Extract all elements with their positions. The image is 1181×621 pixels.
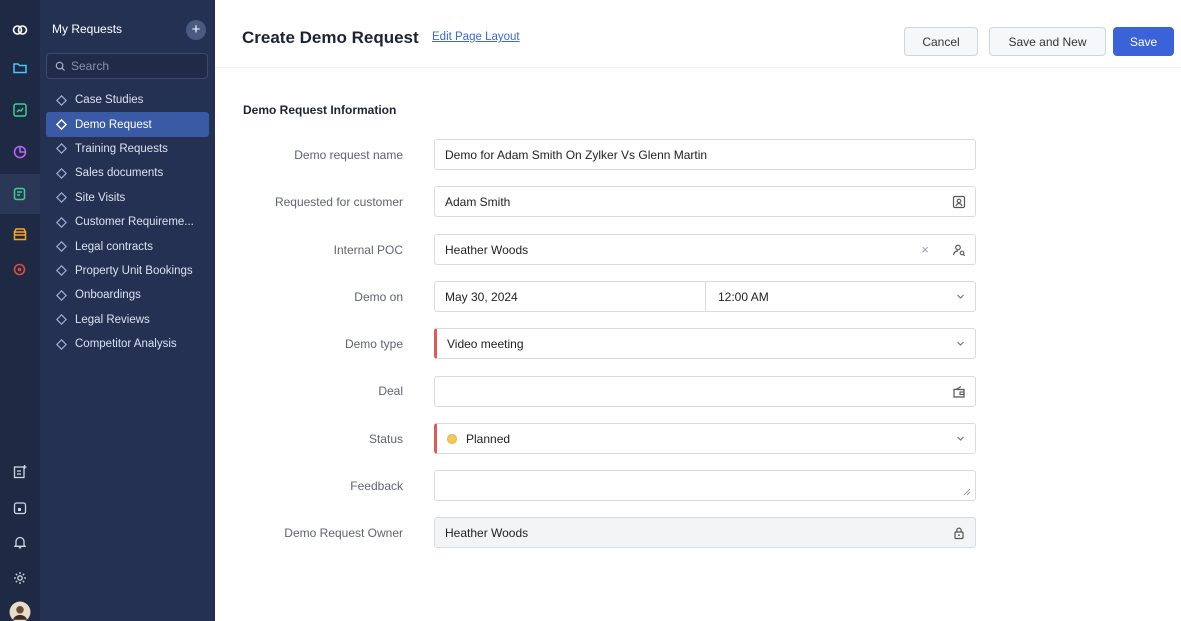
zoho-logo-icon[interactable] [0, 10, 40, 50]
form-diamond-icon [56, 265, 67, 277]
chart-icon[interactable] [0, 90, 40, 130]
requested-for-customer-label: Requested for customer [274, 195, 403, 209]
demo-request-name-field[interactable]: Demo for Adam Smith On Zylker Vs Glenn M… [434, 139, 976, 170]
form-diamond-icon [56, 143, 67, 155]
sidebar-item-site-visits[interactable]: Site Visits [46, 186, 209, 210]
sidebar-search[interactable] [46, 53, 208, 79]
search-input[interactable] [71, 59, 201, 73]
sidebar-item-property-unit-bookings[interactable]: Property Unit Bookings [46, 259, 209, 283]
store-icon[interactable] [0, 214, 40, 254]
page-header: Create Demo Request Edit Page Layout Can… [215, 0, 1181, 68]
internal-poc-label: Internal POC [333, 243, 403, 257]
form-icon[interactable] [0, 174, 40, 214]
folder-icon[interactable] [0, 48, 40, 88]
owner-field: Heather Woods [434, 517, 976, 548]
sidebar-item-onboardings[interactable]: Onboardings [46, 283, 209, 307]
sidebar-item-demo-request[interactable]: Demo Request [46, 112, 209, 137]
form-diamond-icon [56, 338, 67, 350]
form-diamond-icon [56, 192, 67, 204]
demo-request-name-value: Demo for Adam Smith On Zylker Vs Glenn M… [445, 147, 708, 162]
sidebar-item-legal-contracts[interactable]: Legal contracts [46, 234, 209, 258]
status-select[interactable]: Planned [434, 423, 976, 454]
sidebar-item-sales-documents[interactable]: Sales documents [46, 161, 209, 185]
form-diamond-icon [56, 314, 67, 326]
sidebar-item-customer-requirements[interactable]: Customer Requireme... [46, 210, 209, 234]
sidebar-item-label: Sales documents [75, 167, 164, 180]
add-request-button[interactable]: + [186, 20, 206, 40]
chevron-down-icon[interactable] [956, 292, 965, 301]
search-circle-icon[interactable] [0, 250, 40, 290]
user-lookup-icon[interactable] [952, 243, 966, 257]
search-icon [55, 61, 65, 71]
sidebar-item-label: Legal contracts [75, 240, 153, 253]
app-rail [0, 0, 40, 621]
form-diamond-icon [56, 94, 67, 106]
deal-label: Deal [378, 384, 403, 398]
form-diamond-icon [56, 289, 67, 301]
sidebar-list: Case Studies Demo Request Training Reque… [46, 88, 209, 356]
demo-time-select[interactable]: 12:00 AM [718, 290, 769, 304]
demo-type-select[interactable]: Video meeting [434, 328, 976, 359]
requested-for-customer-field[interactable]: Adam Smith [434, 186, 976, 217]
page-title: Create Demo Request [242, 28, 419, 47]
form-diamond-icon [56, 167, 67, 179]
internal-poc-value: Heather Woods [445, 242, 529, 257]
demo-on-field[interactable]: May 30, 2024 12:00 AM [434, 281, 976, 312]
feedback-label: Feedback [350, 479, 403, 493]
owner-label: Demo Request Owner [284, 526, 403, 540]
status-label: Status [368, 432, 403, 446]
sidebar-item-label: Case Studies [75, 94, 144, 107]
status-value: Planned [466, 431, 511, 446]
avatar[interactable] [0, 592, 40, 621]
feedback-textarea[interactable] [434, 470, 976, 501]
requested-for-customer-value: Adam Smith [445, 194, 511, 209]
edit-page-layout-link[interactable]: Edit Page Layout [432, 31, 520, 43]
save-and-new-button[interactable]: Save and New [989, 27, 1106, 56]
sidebar-item-competitor-analysis[interactable]: Competitor Analysis [46, 332, 209, 356]
save-button[interactable]: Save [1113, 27, 1174, 56]
date-time-divider [705, 282, 706, 311]
new-entry-icon[interactable] [0, 452, 40, 492]
sidebar-item-label: Customer Requireme... [75, 216, 194, 229]
sidebar: My Requests + Case Studies Demo Request … [40, 0, 215, 621]
sidebar-item-training-requests[interactable]: Training Requests [46, 137, 209, 161]
demo-type-value: Video meeting [447, 336, 524, 351]
lock-icon [954, 527, 964, 540]
demo-date-input[interactable]: May 30, 2024 [445, 290, 518, 304]
resize-handle-icon[interactable] [963, 488, 971, 496]
form-diamond-icon [56, 216, 67, 228]
sidebar-title: My Requests [52, 22, 123, 36]
chevron-down-icon[interactable] [956, 434, 965, 443]
demo-on-label: Demo on [354, 290, 403, 304]
deal-field[interactable] [434, 376, 976, 407]
bell-icon[interactable] [0, 522, 40, 562]
sidebar-item-label: Competitor Analysis [75, 338, 177, 351]
status-dot [447, 433, 457, 444]
sidebar-item-label: Property Unit Bookings [75, 264, 193, 277]
sidebar-item-label: Site Visits [75, 191, 126, 204]
internal-poc-field[interactable]: Heather Woods × [434, 234, 976, 265]
owner-value: Heather Woods [445, 525, 529, 540]
pie-icon[interactable] [0, 132, 40, 172]
clear-icon[interactable]: × [921, 242, 929, 257]
sidebar-item-legal-reviews[interactable]: Legal Reviews [46, 308, 209, 332]
chevron-down-icon[interactable] [956, 339, 965, 348]
demo-type-label: Demo type [344, 337, 403, 351]
sidebar-item-label: Demo Request [75, 118, 152, 131]
sidebar-item-label: Legal Reviews [75, 313, 150, 326]
cancel-button[interactable]: Cancel [904, 27, 978, 56]
form-diamond-icon [55, 118, 68, 131]
deal-lookup-icon[interactable] [952, 385, 966, 399]
demo-request-name-label: Demo request name [294, 148, 403, 162]
sidebar-item-label: Training Requests [75, 142, 168, 155]
contact-lookup-icon[interactable] [952, 195, 966, 209]
form-diamond-icon [56, 241, 67, 253]
sidebar-item-case-studies[interactable]: Case Studies [46, 88, 209, 112]
sidebar-item-label: Onboardings [75, 289, 141, 302]
section-title: Demo Request Information [243, 103, 397, 117]
